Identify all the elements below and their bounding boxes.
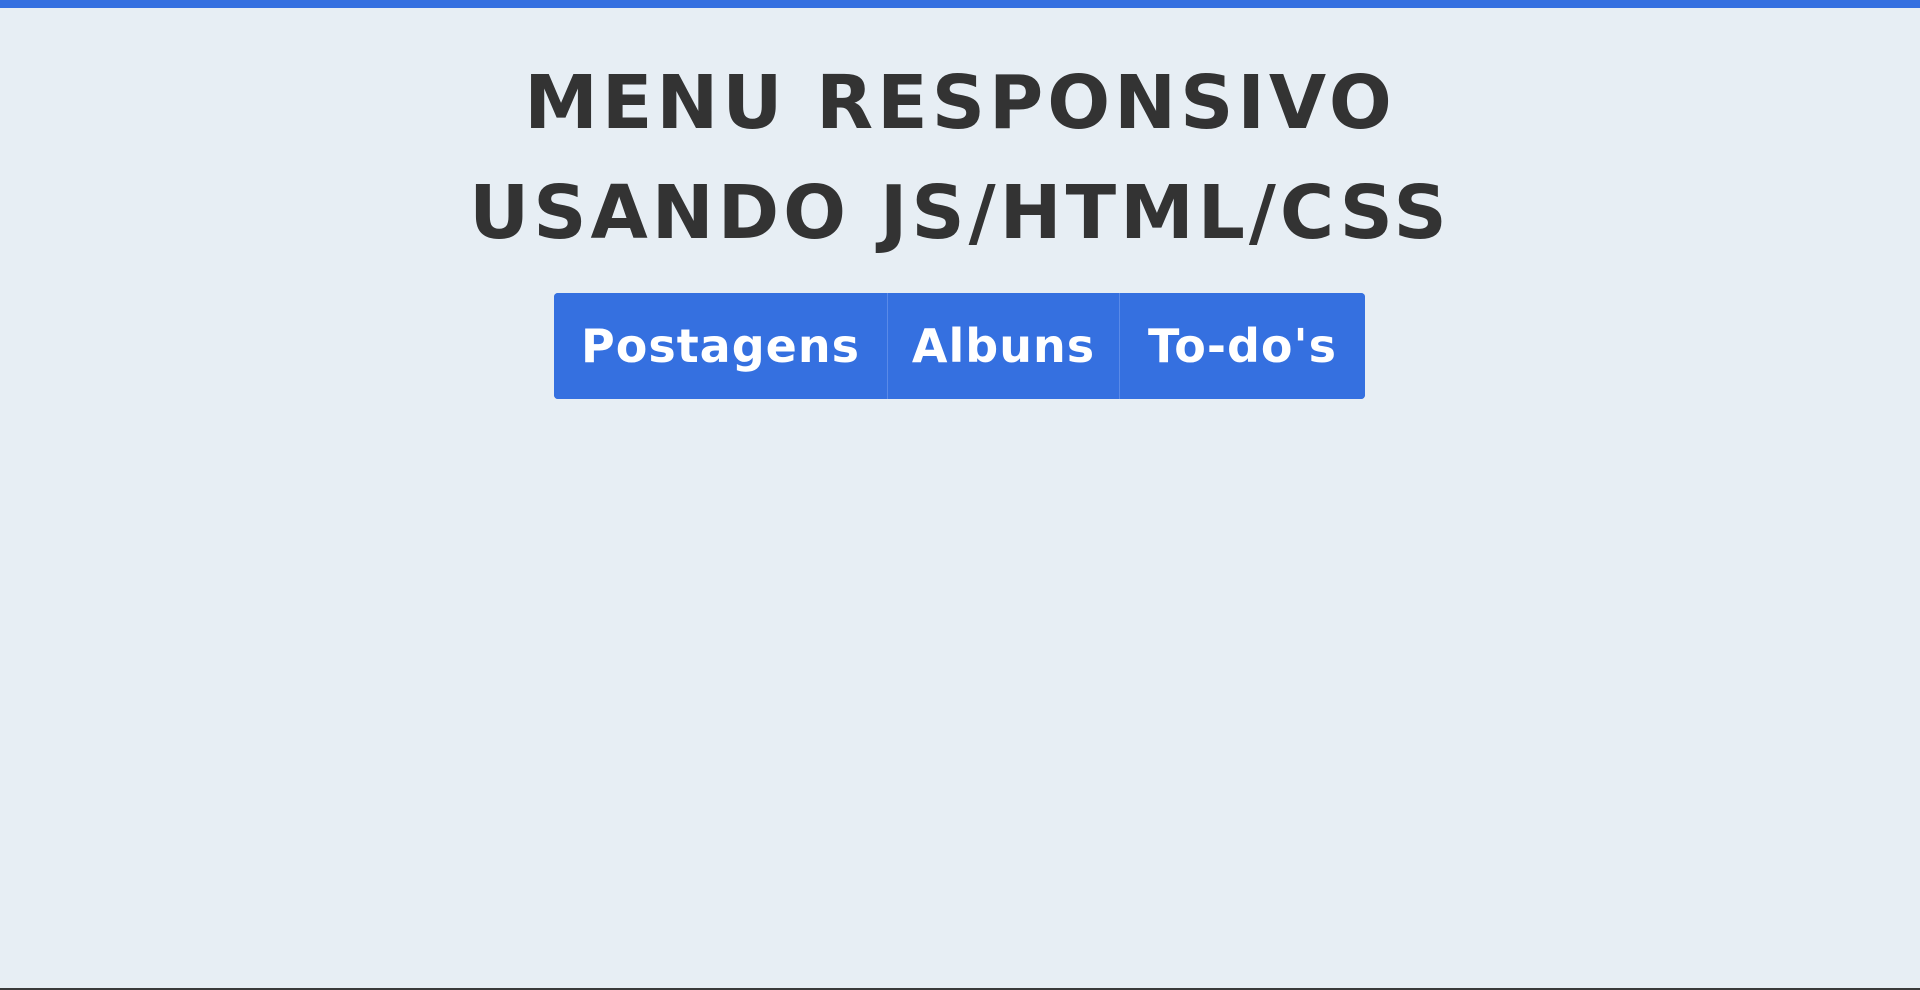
top-accent-bar [0,0,1920,8]
menu-item-albuns[interactable]: Albuns [888,293,1120,399]
menu-item-postagens[interactable]: Postagens [554,293,888,399]
menu-item-todos[interactable]: To-do's [1120,293,1365,399]
main-menu: Postagens Albuns To-do's [554,293,1365,399]
page-title: MENU RESPONSIVO USANDO JS/HTML/CSS [0,48,1920,268]
page-title-line-2: USANDO JS/HTML/CSS [469,170,1451,256]
page-title-line-1: MENU RESPONSIVO [524,60,1396,146]
